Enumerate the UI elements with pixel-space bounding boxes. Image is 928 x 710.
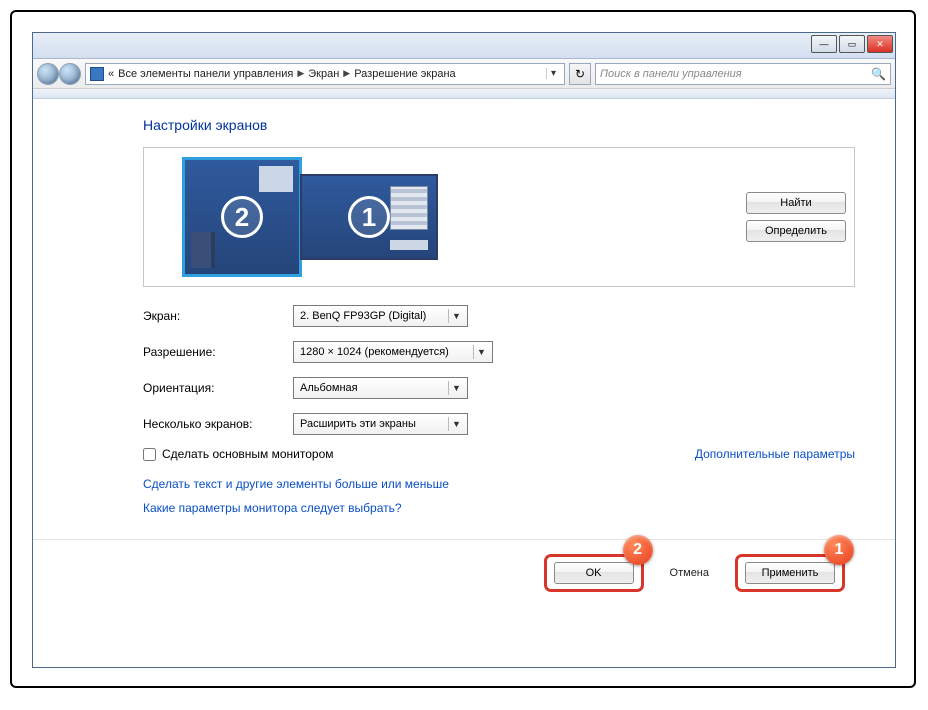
back-button[interactable]	[37, 63, 59, 85]
toolstrip	[33, 89, 895, 99]
maximize-button[interactable]: ▭	[839, 35, 865, 53]
titlebar: — ▭ ✕	[33, 33, 895, 59]
find-button[interactable]: Найти	[746, 192, 846, 214]
resolution-dropdown[interactable]: 1280 × 1024 (рекомендуется) ▼	[293, 341, 493, 363]
callout-ok: 2 OK	[544, 554, 644, 592]
chevron-right-icon[interactable]: ▶	[297, 68, 304, 79]
chevron-down-icon: ▼	[448, 417, 464, 431]
orientation-dropdown[interactable]: Альбомная ▼	[293, 377, 468, 399]
chevron-down-icon: ▼	[448, 381, 464, 395]
search-icon[interactable]: 🔍	[871, 67, 886, 81]
search-input[interactable]: Поиск в панели управления 🔍	[595, 63, 891, 85]
multi-label: Несколько экранов:	[143, 417, 293, 431]
make-primary-label: Сделать основным монитором	[162, 447, 334, 461]
make-primary-checkbox[interactable]	[143, 448, 156, 461]
resolution-label: Разрешение:	[143, 345, 293, 359]
multiple-displays-dropdown[interactable]: Расширить эти экраны ▼	[293, 413, 468, 435]
advanced-settings-link[interactable]: Дополнительные параметры	[695, 447, 855, 461]
control-panel-icon	[90, 67, 104, 81]
monitor-number: 1	[348, 196, 390, 238]
apply-button[interactable]: Применить	[745, 562, 835, 584]
breadcrumb-l2[interactable]: Экран	[308, 68, 339, 80]
nav-back-forward[interactable]	[37, 63, 81, 85]
nav-row: « Все элементы панели управления ▶ Экран…	[33, 59, 895, 89]
monitor-number: 2	[221, 196, 263, 238]
chevron-right-icon[interactable]: ▶	[343, 68, 350, 79]
monitor-preview-1[interactable]: 1	[300, 174, 438, 260]
text-size-link[interactable]: Сделать текст и другие элементы больше и…	[143, 477, 855, 491]
monitor-preview-2[interactable]: 2	[182, 157, 302, 277]
forward-button[interactable]	[59, 63, 81, 85]
chevron-down-icon: ▼	[448, 309, 464, 323]
page-title: Настройки экранов	[143, 117, 855, 133]
close-button[interactable]: ✕	[867, 35, 893, 53]
search-placeholder: Поиск в панели управления	[600, 68, 742, 80]
breadcrumb-l3[interactable]: Разрешение экрана	[354, 68, 455, 80]
orientation-label: Ориентация:	[143, 381, 293, 395]
callout-badge-1: 1	[824, 535, 854, 565]
screen-dropdown[interactable]: 2. BenQ FP93GP (Digital) ▼	[293, 305, 468, 327]
chevron-down-icon: ▼	[473, 345, 489, 359]
minimize-button[interactable]: —	[811, 35, 837, 53]
refresh-button[interactable]: ↻	[569, 63, 591, 85]
cancel-button[interactable]: Отмена	[670, 567, 709, 579]
address-dropdown-icon[interactable]: ▾	[546, 68, 560, 79]
explorer-window: — ▭ ✕ « Все элементы панели управления ▶…	[32, 32, 896, 668]
screen-label: Экран:	[143, 309, 293, 323]
ok-button[interactable]: OK	[554, 562, 634, 584]
which-params-link[interactable]: Какие параметры монитора следует выбрать…	[143, 501, 855, 515]
breadcrumb-l1[interactable]: Все элементы панели управления	[118, 68, 293, 80]
identify-button[interactable]: Определить	[746, 220, 846, 242]
monitor-arrangement-box[interactable]: 2 1 Найти Определить	[143, 147, 855, 287]
callout-apply: 1 Применить	[735, 554, 845, 592]
callout-badge-2: 2	[623, 535, 653, 565]
address-bar[interactable]: « Все элементы панели управления ▶ Экран…	[85, 63, 565, 85]
